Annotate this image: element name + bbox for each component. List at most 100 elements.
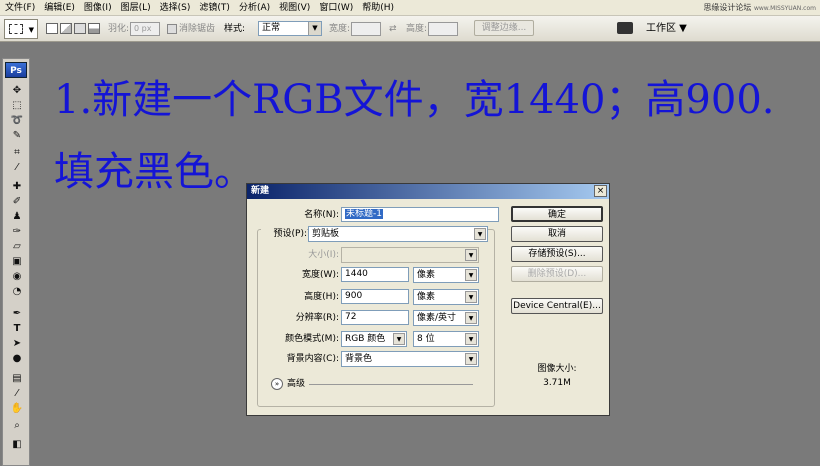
- size-label: 大小(I):: [308, 250, 339, 260]
- expand-advanced-icon[interactable]: »: [271, 378, 283, 390]
- color-mode-select[interactable]: RGB 颜色 ▼: [341, 331, 407, 347]
- path-select-tool-icon[interactable]: ➤: [9, 336, 25, 351]
- height-input[interactable]: [428, 22, 458, 36]
- menu-analysis[interactable]: 分析(A): [234, 0, 274, 16]
- refine-edge-button[interactable]: 调整边缘...: [474, 20, 534, 36]
- menu-bar: 文件(F) 编辑(E) 图像(I) 图层(L) 选择(S) 滤镜(T) 分析(A…: [0, 0, 820, 16]
- save-preset-button[interactable]: 存储预设(S)...: [511, 246, 603, 262]
- device-central-button[interactable]: Device Central(E)...: [511, 298, 603, 314]
- blur-tool-icon[interactable]: ◉: [9, 269, 25, 284]
- ok-button[interactable]: 确定: [511, 206, 603, 222]
- width-input[interactable]: [351, 22, 381, 36]
- width-unit-select[interactable]: 像素 ▼: [413, 267, 479, 283]
- swap-icon[interactable]: ⇄: [389, 22, 397, 36]
- zoom-tool-icon[interactable]: ⌕: [9, 418, 25, 433]
- healing-tool-icon[interactable]: ✚: [9, 179, 25, 194]
- brush-tool-icon[interactable]: ✐: [9, 194, 25, 209]
- close-icon[interactable]: ×: [594, 185, 607, 197]
- bit-depth-select[interactable]: 8 位 ▼: [413, 331, 479, 347]
- preset-select-value: 剪贴板: [312, 229, 340, 239]
- style-select-value: 正常: [262, 23, 281, 33]
- preset-select[interactable]: 剪贴板 ▼: [308, 226, 488, 242]
- lasso-tool-icon[interactable]: ➰: [9, 113, 25, 128]
- background-select[interactable]: 背景色 ▼: [341, 351, 479, 367]
- cancel-button[interactable]: 取消: [511, 226, 603, 242]
- toolbox: Ps ✥ ⬚ ➰ ✎ ⌗ ⁄ ✚ ✐ ♟ ✑ ▱ ▣ ◉ ◔ ✒ T ➤ ● ▤…: [2, 58, 30, 466]
- subtract-selection-icon[interactable]: [74, 23, 86, 34]
- image-size-label: 图像大小:: [537, 364, 577, 374]
- eyedropper2-tool-icon[interactable]: ⁄: [9, 386, 25, 401]
- site-watermark: 思缘设计论坛 www.MISSYUAN.com: [703, 0, 816, 17]
- style-select[interactable]: 正常 ▼: [258, 21, 322, 36]
- menu-file[interactable]: 文件(F): [0, 0, 39, 16]
- chevron-down-icon: ▼: [28, 26, 34, 34]
- height-unit-value: 像素: [417, 292, 436, 302]
- chevron-down-icon: ▼: [393, 333, 405, 345]
- crop-tool-icon[interactable]: ⌗: [9, 145, 25, 160]
- instruction-line-2: 填充黑色。: [54, 149, 254, 195]
- dodge-tool-icon[interactable]: ◔: [9, 284, 25, 299]
- eraser-tool-icon[interactable]: ▱: [9, 239, 25, 254]
- eyedropper-tool-icon[interactable]: ⁄: [9, 160, 25, 175]
- quick-select-tool-icon[interactable]: ✎: [9, 128, 25, 143]
- name-label: 名称(N):: [304, 210, 339, 220]
- chevron-down-icon: ▼: [465, 249, 477, 261]
- chevron-down-icon: ▼: [465, 353, 477, 365]
- name-input[interactable]: 未标题-1: [341, 207, 499, 222]
- rect-marquee-icon: [9, 24, 23, 34]
- menu-layer[interactable]: 图层(L): [116, 0, 155, 16]
- height-label: 高度(H):: [304, 292, 339, 302]
- background-label: 背景内容(C):: [286, 354, 339, 364]
- preset-label: 预设(P):: [261, 227, 307, 241]
- height-unit-select[interactable]: 像素 ▼: [413, 289, 479, 305]
- color-swatches-icon[interactable]: ◧: [9, 437, 25, 452]
- photoshop-logo: Ps: [5, 62, 27, 78]
- chevron-down-icon: ▼: [465, 291, 477, 303]
- resolution-input[interactable]: 72: [341, 310, 409, 325]
- new-selection-icon[interactable]: [46, 23, 58, 34]
- menu-image[interactable]: 图像(I): [79, 0, 116, 16]
- menu-window[interactable]: 窗口(W): [314, 0, 357, 16]
- instruction-line-1: 1.新建一个RGB文件，宽1440；高900.: [54, 77, 775, 123]
- chevron-down-icon: ▼: [465, 269, 477, 281]
- menu-select[interactable]: 选择(S): [155, 0, 195, 16]
- menu-help[interactable]: 帮助(H): [357, 0, 398, 16]
- height-input[interactable]: 900: [341, 289, 409, 304]
- feather-label: 羽化:: [108, 24, 130, 34]
- chevron-down-icon: ▼: [308, 22, 321, 35]
- chevron-down-icon: ▼: [474, 228, 486, 240]
- width-label: 宽度(W):: [302, 270, 339, 280]
- notes-tool-icon[interactable]: ▤: [9, 371, 25, 386]
- bit-depth-value: 8 位: [417, 334, 435, 344]
- color-mode-label: 颜色模式(M):: [285, 334, 339, 344]
- resolution-unit-select[interactable]: 像素/英寸 ▼: [413, 310, 479, 326]
- move-tool-icon[interactable]: ✥: [9, 83, 25, 98]
- selection-mode-group: [46, 23, 100, 34]
- workspace-button[interactable]: 工作区 ▼: [646, 20, 687, 38]
- feather-input[interactable]: 0 px: [130, 22, 160, 36]
- dialog-titlebar[interactable]: 新建 ×: [247, 184, 609, 199]
- hand-tool-icon[interactable]: ✋: [9, 401, 25, 416]
- resolution-unit-value: 像素/英寸: [417, 313, 457, 323]
- color-mode-value: RGB 颜色: [345, 334, 386, 344]
- antialias-checkbox[interactable]: [167, 24, 177, 34]
- intersect-selection-icon[interactable]: [88, 23, 100, 34]
- pen-tool-icon[interactable]: ✒: [9, 306, 25, 321]
- advanced-label[interactable]: 高级: [287, 377, 305, 391]
- add-selection-icon[interactable]: [60, 23, 72, 34]
- new-document-dialog: 新建 × 名称(N): 未标题-1 预设(P): 剪贴板 ▼ 大小(I): ▼ …: [246, 183, 610, 416]
- shape-tool-icon[interactable]: ●: [9, 351, 25, 366]
- width-input[interactable]: 1440: [341, 267, 409, 282]
- history-brush-tool-icon[interactable]: ✑: [9, 224, 25, 239]
- gradient-tool-icon[interactable]: ▣: [9, 254, 25, 269]
- menu-view[interactable]: 视图(V): [274, 0, 314, 16]
- bridge-icon[interactable]: [617, 22, 633, 34]
- stamp-tool-icon[interactable]: ♟: [9, 209, 25, 224]
- options-bar: ▼ 羽化: 0 px 消除锯齿 样式: 正常 ▼ 宽度: ⇄ 高度: 调整边缘.…: [0, 16, 820, 42]
- delete-preset-button: 删除预设(D)...: [511, 266, 603, 282]
- menu-edit[interactable]: 编辑(E): [39, 0, 79, 16]
- type-tool-icon[interactable]: T: [9, 321, 25, 336]
- menu-filter[interactable]: 滤镜(T): [194, 0, 234, 16]
- marquee-tool-icon[interactable]: ⬚: [9, 98, 25, 113]
- tool-preset-picker[interactable]: ▼: [4, 19, 38, 39]
